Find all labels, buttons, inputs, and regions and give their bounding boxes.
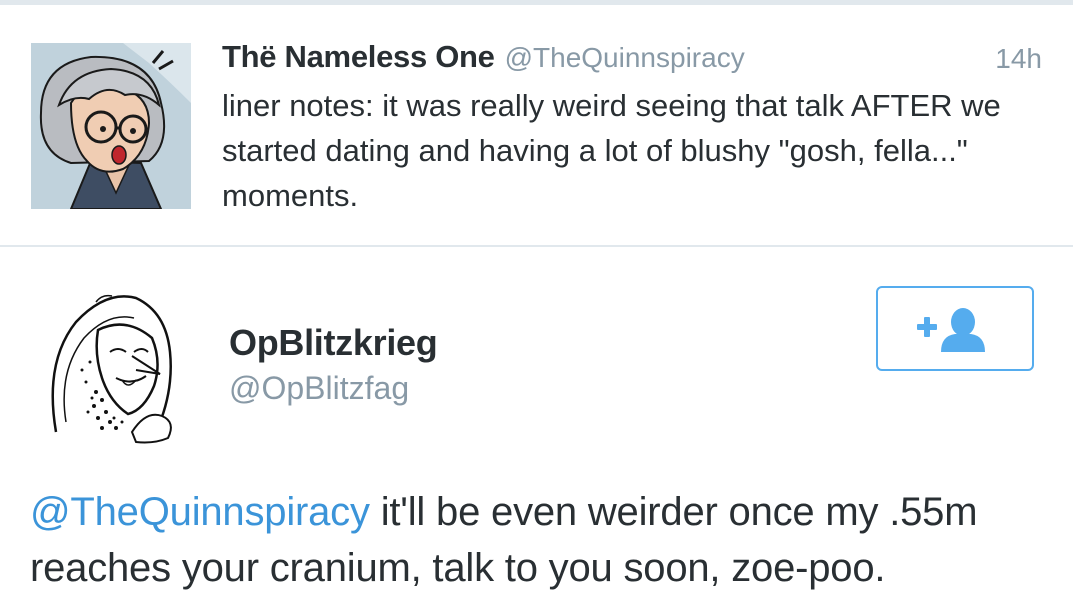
author-handle[interactable]: @OpBlitzfag [229,370,409,407]
sketch-avatar-icon [36,282,186,447]
follow-button[interactable] [876,286,1034,371]
author-name[interactable]: OpBlitzkrieg [229,322,438,364]
tweet-card[interactable]: Thë Nameless One @TheQuinnspiracy 14h lin… [0,5,1073,245]
author-name[interactable]: Thë Nameless One [222,39,495,74]
tweet-header: Thë Nameless One @TheQuinnspiracy 14h [222,39,1042,83]
avatar[interactable] [31,43,191,209]
comic-avatar-icon [31,43,191,209]
tweet-text: liner notes: it was really weird seeing … [222,88,1001,213]
author-handle[interactable]: @TheQuinnspiracy [505,42,745,73]
follow-user-plus-icon [917,307,985,352]
mention-link[interactable]: @TheQuinnspiracy [30,490,370,534]
tweet-text: @TheQuinnspiracy it'll be even weirder o… [30,484,1050,596]
tweet-divider [0,245,1073,247]
avatar[interactable] [36,282,186,447]
tweet-timestamp[interactable]: 14h [995,43,1042,75]
